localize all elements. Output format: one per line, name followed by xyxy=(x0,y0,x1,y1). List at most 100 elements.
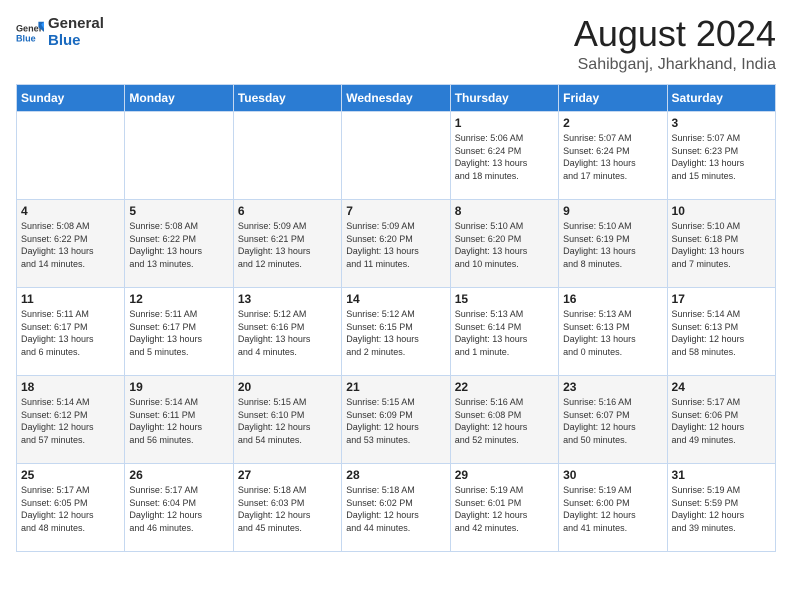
calendar-cell: 30 Sunrise: 5:19 AM Sunset: 6:00 PM Dayli… xyxy=(559,464,667,552)
calendar-cell: 21Sunrise: 5:15 AM Sunset: 6:09 PM Dayli… xyxy=(342,376,450,464)
calendar-cell: 7 Sunrise: 5:09 AM Sunset: 6:20 PM Daylig… xyxy=(342,200,450,288)
day-info: Sunrise: 5:14 AM Sunset: 6:13 PM Dayligh… xyxy=(672,308,771,358)
location: Sahibganj, Jharkhand, India xyxy=(574,56,776,74)
calendar-cell: 25 Sunrise: 5:17 AM Sunset: 6:05 PM Dayli… xyxy=(17,464,125,552)
day-number: 27 xyxy=(238,468,337,482)
day-info: Sunrise: 5:06 AM Sunset: 6:24 PM Dayligh… xyxy=(455,132,554,182)
day-info: Sunrise: 5:18 AM Sunset: 6:02 PM Dayligh… xyxy=(346,484,445,534)
calendar-cell: 19Sunrise: 5:14 AM Sunset: 6:11 PM Dayli… xyxy=(125,376,233,464)
calendar-cell xyxy=(342,112,450,200)
day-info: Sunrise: 5:11 AM Sunset: 6:17 PM Dayligh… xyxy=(21,308,120,358)
day-info: Sunrise: 5:17 AM Sunset: 6:04 PM Dayligh… xyxy=(129,484,228,534)
day-number: 17 xyxy=(672,292,771,306)
weekday-header-tuesday: Tuesday xyxy=(233,85,341,112)
calendar-cell: 20 Sunrise: 5:15 AM Sunset: 6:10 PM Dayli… xyxy=(233,376,341,464)
calendar-cell: 17 Sunrise: 5:14 AM Sunset: 6:13 PM Dayli… xyxy=(667,288,775,376)
day-number: 10 xyxy=(672,204,771,218)
day-info: Sunrise: 5:11 AM Sunset: 6:17 PM Dayligh… xyxy=(129,308,228,358)
day-number: 26 xyxy=(129,468,228,482)
calendar-cell: 1 Sunrise: 5:06 AM Sunset: 6:24 PM Daylig… xyxy=(450,112,558,200)
day-info: Sunrise: 5:19 AM Sunset: 6:00 PM Dayligh… xyxy=(563,484,662,534)
svg-text:Blue: Blue xyxy=(16,33,36,43)
day-number: 15 xyxy=(455,292,554,306)
calendar-cell: 13 Sunrise: 5:12 AM Sunset: 6:16 PM Dayli… xyxy=(233,288,341,376)
calendar-table: SundayMondayTuesdayWednesdayThursdayFrid… xyxy=(16,84,776,552)
day-number: 31 xyxy=(672,468,771,482)
calendar-cell: 15 Sunrise: 5:13 AM Sunset: 6:14 PM Dayli… xyxy=(450,288,558,376)
day-number: 3 xyxy=(672,116,771,130)
day-number: 1 xyxy=(455,116,554,130)
day-number: 5 xyxy=(129,204,228,218)
day-info: Sunrise: 5:10 AM Sunset: 6:20 PM Dayligh… xyxy=(455,220,554,270)
logo: General Blue General Blue xyxy=(16,16,104,49)
calendar-cell: 10 Sunrise: 5:10 AM Sunset: 6:18 PM Dayli… xyxy=(667,200,775,288)
calendar-cell xyxy=(233,112,341,200)
calendar-cell: 26 Sunrise: 5:17 AM Sunset: 6:04 PM Dayli… xyxy=(125,464,233,552)
day-number: 20 xyxy=(238,380,337,394)
day-info: Sunrise: 5:18 AM Sunset: 6:03 PM Dayligh… xyxy=(238,484,337,534)
day-number: 24 xyxy=(672,380,771,394)
logo-blue-text: Blue xyxy=(48,33,104,50)
day-number: 11 xyxy=(21,292,120,306)
weekday-header-sunday: Sunday xyxy=(17,85,125,112)
day-info: Sunrise: 5:17 AM Sunset: 6:05 PM Dayligh… xyxy=(21,484,120,534)
calendar-cell: 8 Sunrise: 5:10 AM Sunset: 6:20 PM Daylig… xyxy=(450,200,558,288)
title-area: August 2024 Sahibganj, Jharkhand, India xyxy=(574,16,776,74)
day-info: Sunrise: 5:13 AM Sunset: 6:13 PM Dayligh… xyxy=(563,308,662,358)
day-info: Sunrise: 5:10 AM Sunset: 6:19 PM Dayligh… xyxy=(563,220,662,270)
day-info: Sunrise: 5:09 AM Sunset: 6:20 PM Dayligh… xyxy=(346,220,445,270)
day-info: Sunrise: 5:17 AM Sunset: 6:06 PM Dayligh… xyxy=(672,396,771,446)
calendar-cell: 6 Sunrise: 5:09 AM Sunset: 6:21 PM Daylig… xyxy=(233,200,341,288)
day-number: 13 xyxy=(238,292,337,306)
day-number: 29 xyxy=(455,468,554,482)
day-number: 18 xyxy=(21,380,120,394)
day-number: 25 xyxy=(21,468,120,482)
day-number: 2 xyxy=(563,116,662,130)
weekday-header-thursday: Thursday xyxy=(450,85,558,112)
day-number: 30 xyxy=(563,468,662,482)
month-year: August 2024 xyxy=(574,16,776,52)
weekday-header-monday: Monday xyxy=(125,85,233,112)
day-info: Sunrise: 5:12 AM Sunset: 6:15 PM Dayligh… xyxy=(346,308,445,358)
day-info: Sunrise: 5:14 AM Sunset: 6:12 PM Dayligh… xyxy=(21,396,120,446)
calendar-cell: 27 Sunrise: 5:18 AM Sunset: 6:03 PM Dayli… xyxy=(233,464,341,552)
weekday-header-friday: Friday xyxy=(559,85,667,112)
calendar-cell: 24 Sunrise: 5:17 AM Sunset: 6:06 PM Dayli… xyxy=(667,376,775,464)
day-number: 16 xyxy=(563,292,662,306)
day-info: Sunrise: 5:12 AM Sunset: 6:16 PM Dayligh… xyxy=(238,308,337,358)
day-number: 19 xyxy=(129,380,228,394)
day-number: 8 xyxy=(455,204,554,218)
day-number: 4 xyxy=(21,204,120,218)
day-number: 22 xyxy=(455,380,554,394)
calendar-cell: 12Sunrise: 5:11 AM Sunset: 6:17 PM Dayli… xyxy=(125,288,233,376)
day-info: Sunrise: 5:16 AM Sunset: 6:07 PM Dayligh… xyxy=(563,396,662,446)
day-info: Sunrise: 5:07 AM Sunset: 6:24 PM Dayligh… xyxy=(563,132,662,182)
day-number: 7 xyxy=(346,204,445,218)
day-info: Sunrise: 5:10 AM Sunset: 6:18 PM Dayligh… xyxy=(672,220,771,270)
day-number: 6 xyxy=(238,204,337,218)
calendar-cell: 18 Sunrise: 5:14 AM Sunset: 6:12 PM Dayli… xyxy=(17,376,125,464)
day-info: Sunrise: 5:08 AM Sunset: 6:22 PM Dayligh… xyxy=(129,220,228,270)
day-number: 21 xyxy=(346,380,445,394)
day-number: 23 xyxy=(563,380,662,394)
calendar-cell: 29 Sunrise: 5:19 AM Sunset: 6:01 PM Dayli… xyxy=(450,464,558,552)
day-info: Sunrise: 5:16 AM Sunset: 6:08 PM Dayligh… xyxy=(455,396,554,446)
day-info: Sunrise: 5:13 AM Sunset: 6:14 PM Dayligh… xyxy=(455,308,554,358)
header: General Blue General Blue August 2024 Sa… xyxy=(16,16,776,74)
calendar-cell: 16 Sunrise: 5:13 AM Sunset: 6:13 PM Dayli… xyxy=(559,288,667,376)
calendar-cell: 31Sunrise: 5:19 AM Sunset: 5:59 PM Dayli… xyxy=(667,464,775,552)
weekday-header-saturday: Saturday xyxy=(667,85,775,112)
day-info: Sunrise: 5:19 AM Sunset: 6:01 PM Dayligh… xyxy=(455,484,554,534)
day-number: 14 xyxy=(346,292,445,306)
day-info: Sunrise: 5:09 AM Sunset: 6:21 PM Dayligh… xyxy=(238,220,337,270)
calendar-cell: 23 Sunrise: 5:16 AM Sunset: 6:07 PM Dayli… xyxy=(559,376,667,464)
logo-icon: General Blue xyxy=(16,19,44,47)
calendar-cell: 2 Sunrise: 5:07 AM Sunset: 6:24 PM Daylig… xyxy=(559,112,667,200)
calendar-cell: 3 Sunrise: 5:07 AM Sunset: 6:23 PM Daylig… xyxy=(667,112,775,200)
calendar-cell: 4Sunrise: 5:08 AM Sunset: 6:22 PM Daylig… xyxy=(17,200,125,288)
day-info: Sunrise: 5:07 AM Sunset: 6:23 PM Dayligh… xyxy=(672,132,771,182)
day-info: Sunrise: 5:15 AM Sunset: 6:10 PM Dayligh… xyxy=(238,396,337,446)
day-number: 28 xyxy=(346,468,445,482)
calendar-cell: 28 Sunrise: 5:18 AM Sunset: 6:02 PM Dayli… xyxy=(342,464,450,552)
logo-general-text: General xyxy=(48,16,104,33)
